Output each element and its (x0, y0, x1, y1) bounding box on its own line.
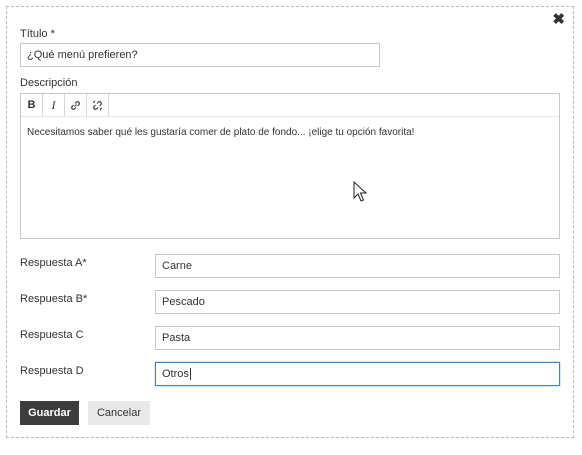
close-icon[interactable]: ✖ (552, 12, 565, 27)
answer-b-label: Respuesta B* (20, 293, 88, 305)
save-button[interactable]: Guardar (20, 401, 79, 425)
title-label: Título * (20, 28, 55, 40)
answer-b-input[interactable]: Pescado (155, 290, 560, 314)
answer-c-input[interactable]: Pasta (155, 326, 560, 350)
poll-dialog: ✖ Título * ¿Qué menú prefieren? Descripc… (6, 6, 574, 438)
mouse-pointer-icon (353, 181, 367, 202)
answer-c-label: Respuesta C (20, 329, 84, 341)
cancel-button[interactable]: Cancelar (88, 401, 150, 425)
answer-d-label: Respuesta D (20, 365, 84, 377)
answer-d-input[interactable]: Otros (155, 362, 560, 386)
unlink-icon[interactable] (87, 94, 109, 116)
description-editor[interactable]: B I Necesitamos saber qué les gustaría c… (20, 93, 560, 239)
description-label: Descripción (20, 77, 78, 89)
answer-d-value: Otros (162, 368, 189, 380)
italic-button[interactable]: I (43, 94, 65, 116)
link-icon[interactable] (65, 94, 87, 116)
title-input[interactable]: ¿Qué menú prefieren? (20, 43, 380, 67)
description-text: Necesitamos saber qué les gustaría comer… (27, 127, 415, 138)
answer-a-input[interactable]: Carne (155, 254, 560, 278)
answer-a-label: Respuesta A* (20, 257, 87, 269)
text-caret (189, 368, 191, 381)
bold-button[interactable]: B (21, 94, 43, 116)
editor-toolbar: B I (21, 94, 559, 117)
